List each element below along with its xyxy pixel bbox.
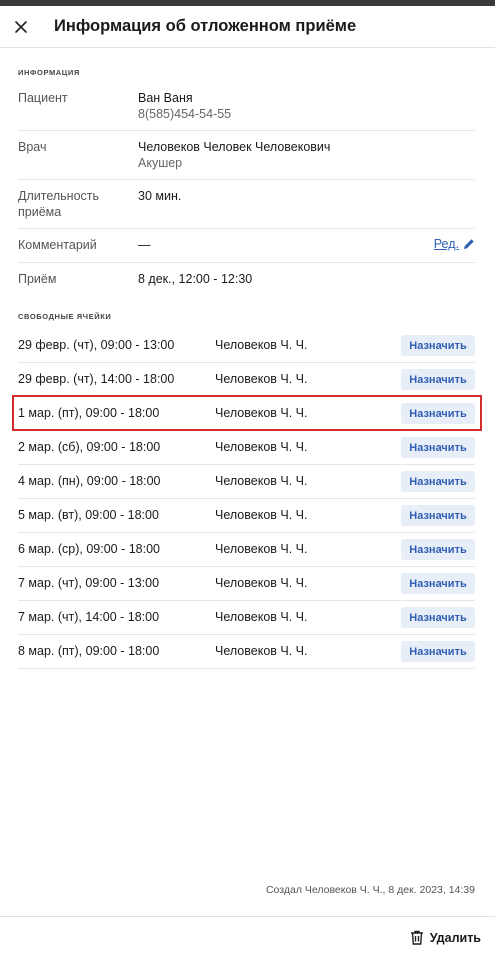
appointment-row: Приём 8 дек., 12:00 - 12:30 <box>18 271 475 297</box>
slot-date: 29 февр. (чт), 09:00 - 13:00 <box>18 338 175 352</box>
slot-doctor: Человеков Ч. Ч. <box>215 406 308 420</box>
assign-button[interactable]: Назначить <box>401 437 475 458</box>
assign-button[interactable]: Назначить <box>401 573 475 594</box>
doctor-label: Врач <box>18 140 47 154</box>
slot-date: 1 мар. (пт), 09:00 - 18:00 <box>18 406 160 420</box>
doctor-specialty: Акушер <box>138 156 183 170</box>
slot-date: 6 мар. (ср), 09:00 - 18:00 <box>18 542 161 556</box>
slot-row: 8 мар. (пт), 09:00 - 18:00 Человеков Ч. Ч… <box>18 635 475 669</box>
slot-row: 5 мар. (вт), 09:00 - 18:00 Человеков Ч. Ч… <box>18 499 475 533</box>
appointment-value: 8 дек., 12:00 - 12:30 <box>138 272 253 286</box>
slot-date: 4 мар. (пн), 09:00 - 18:00 <box>18 474 161 488</box>
dialog-title: Информация об отложенном приёме <box>54 17 357 35</box>
patient-row: Пациент Ван Ваня 8(585)454-54-55 <box>18 90 475 131</box>
comment-row: Комментарий — Ред. <box>18 237 475 263</box>
slot-date: 7 мар. (чт), 14:00 - 18:00 <box>18 610 160 624</box>
slot-date: 29 февр. (чт), 14:00 - 18:00 <box>18 372 175 386</box>
delete-button[interactable]: Удалить <box>410 930 481 945</box>
duration-label: Длительность приёма <box>18 189 100 219</box>
slot-date: 8 мар. (пт), 09:00 - 18:00 <box>18 644 160 658</box>
slot-doctor: Человеков Ч. Ч. <box>215 508 308 522</box>
slots-section-label: СВОБОДНЫЕ ЯЧЕЙКИ <box>18 312 112 321</box>
assign-button[interactable]: Назначить <box>401 369 475 390</box>
slot-row: 4 мар. (пн), 09:00 - 18:00 Человеков Ч. Ч… <box>18 465 475 499</box>
doctor-row: Врач Человеков Человек Человекович Акуше… <box>18 139 475 180</box>
doctor-value: Человеков Человек Человекович Акушер <box>138 139 330 171</box>
slot-row: 29 февр. (чт), 09:00 - 13:00 Человеков Ч.… <box>18 329 475 363</box>
dialog-header: Информация об отложенном приёме <box>0 6 495 48</box>
comment-label: Комментарий <box>18 238 97 252</box>
slot-doctor: Человеков Ч. Ч. <box>215 338 308 352</box>
slot-date: 7 мар. (чт), 09:00 - 13:00 <box>18 576 160 590</box>
slot-doctor: Человеков Ч. Ч. <box>215 610 308 624</box>
info-section-label: ИНФОРМАЦИЯ <box>18 68 80 77</box>
slot-doctor: Человеков Ч. Ч. <box>215 644 308 658</box>
slot-row: 7 мар. (чт), 09:00 - 13:00 Человеков Ч. Ч… <box>18 567 475 601</box>
assign-button[interactable]: Назначить <box>401 505 475 526</box>
patient-label: Пациент <box>18 91 68 105</box>
slot-doctor: Человеков Ч. Ч. <box>215 440 308 454</box>
comment-value: — <box>138 238 151 252</box>
slot-row: 6 мар. (ср), 09:00 - 18:00 Человеков Ч. Ч… <box>18 533 475 567</box>
slot-doctor: Человеков Ч. Ч. <box>215 474 308 488</box>
assign-button[interactable]: Назначить <box>401 335 475 356</box>
slot-row: 2 мар. (сб), 09:00 - 18:00 Человеков Ч. Ч… <box>18 431 475 465</box>
assign-button[interactable]: Назначить <box>401 471 475 492</box>
assign-button[interactable]: Назначить <box>401 539 475 560</box>
created-info: Создал Человеков Ч. Ч., 8 дек. 2023, 14:… <box>265 884 475 896</box>
slot-date: 5 мар. (вт), 09:00 - 18:00 <box>18 508 159 522</box>
dialog-footer: Удалить <box>0 916 495 953</box>
assign-button[interactable]: Назначить <box>401 403 475 424</box>
slot-row: 29 февр. (чт), 14:00 - 18:00 Человеков Ч.… <box>18 363 475 397</box>
assign-button[interactable]: Назначить <box>401 641 475 662</box>
assign-button[interactable]: Назначить <box>401 607 475 628</box>
slot-row: 7 мар. (чт), 14:00 - 18:00 Человеков Ч. Ч… <box>18 601 475 635</box>
slot-doctor: Человеков Ч. Ч. <box>215 576 308 590</box>
edit-label: Ред. <box>433 237 459 251</box>
slot-doctor: Человеков Ч. Ч. <box>215 372 308 386</box>
patient-phone: 8(585)454-54-55 <box>138 107 232 121</box>
close-icon[interactable] <box>10 16 32 38</box>
slot-date: 2 мар. (сб), 09:00 - 18:00 <box>18 440 161 454</box>
duration-value: 30 мин. <box>138 189 182 203</box>
appointment-label: Приём <box>18 272 57 286</box>
patient-name: Ван Ваня <box>138 91 193 105</box>
slot-doctor: Человеков Ч. Ч. <box>215 542 308 556</box>
pencil-icon <box>464 239 474 249</box>
edit-comment-link[interactable]: Ред. <box>434 237 475 251</box>
doctor-name: Человеков Человек Человекович <box>138 140 331 154</box>
trash-icon <box>410 930 423 945</box>
duration-row: Длительность приёма 30 мин. <box>18 188 475 229</box>
slot-row: 1 мар. (пт), 09:00 - 18:00 Человеков Ч. Ч… <box>18 397 475 431</box>
delete-label: Удалить <box>429 930 481 945</box>
patient-value: Ван Ваня 8(585)454-54-55 <box>138 90 231 122</box>
